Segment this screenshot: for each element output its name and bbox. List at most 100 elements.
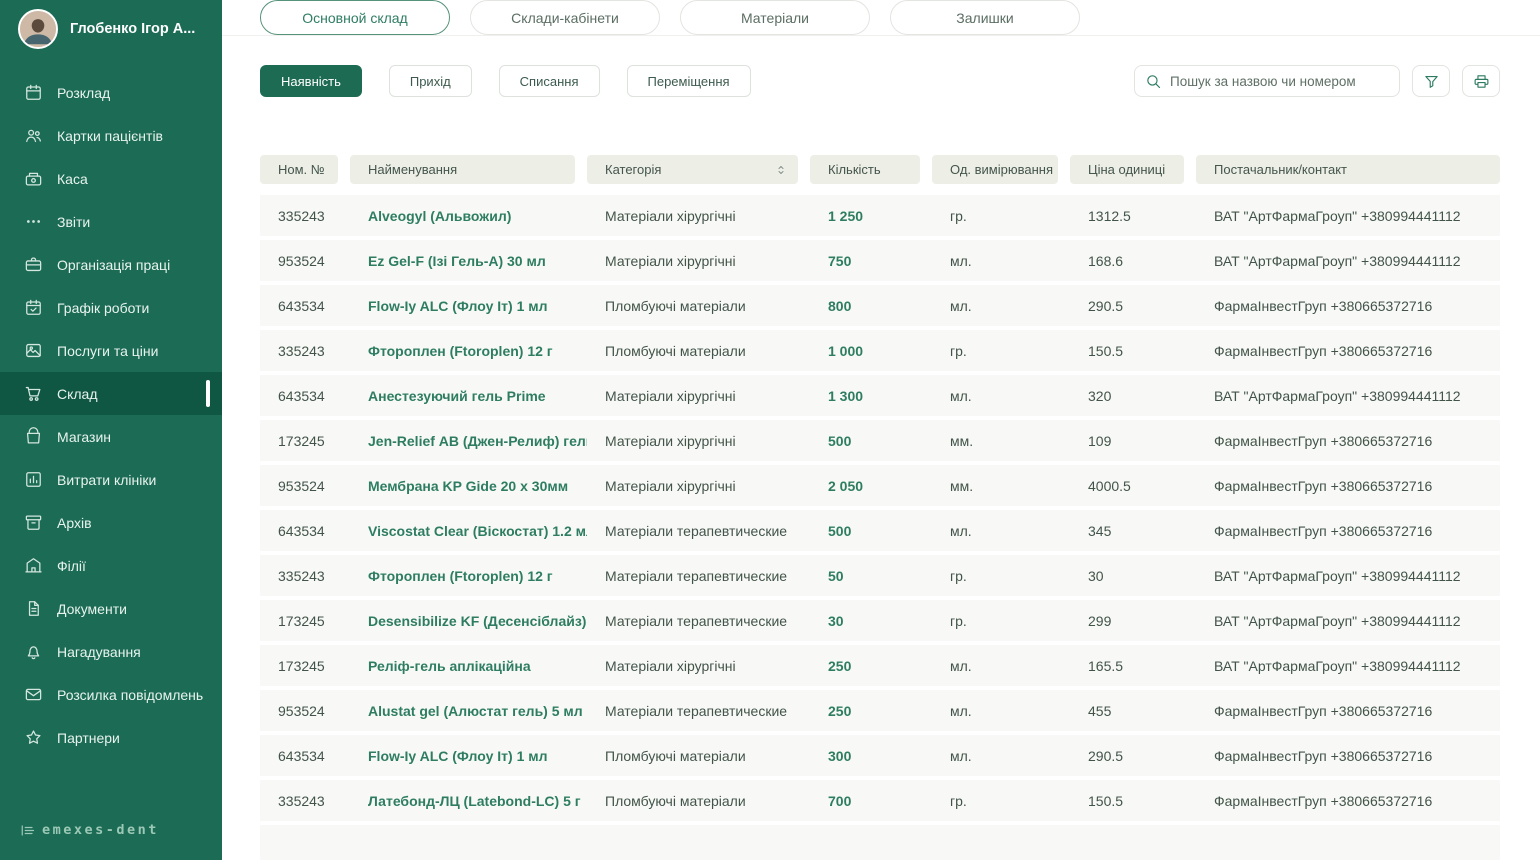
tab-warehouse-cabinets[interactable]: Склади-кабінети (470, 0, 660, 35)
cell-qty: 700 (828, 792, 852, 809)
cell-unit: гр. (950, 612, 967, 629)
table-row[interactable]: 953524 Мембрана KP Gide 20 x 30мм Матеріал… (260, 465, 1500, 506)
table-row[interactable]: 335243 Фтороплен (Ftoroplen) 12 г Матеріал… (260, 555, 1500, 596)
cell-name: Реліф-гель аплікаційна (368, 657, 531, 674)
sidebar-item-work-org[interactable]: Організація праці (0, 243, 222, 286)
table-row[interactable]: 643534 Flow-Iy ALC (Флоу Іт) 1 мл Пломбуюч… (260, 285, 1500, 326)
warehouse-tabs: Основной склад Склади-кабінети Матеріали… (260, 0, 1080, 35)
table-row[interactable]: 335243 Латебонд-ЛЦ (Latebond-LC) 5 г Пломб… (260, 780, 1500, 821)
shop-icon (26, 427, 41, 444)
cell-price: 299 (1088, 612, 1112, 629)
cell-price: 30 (1088, 567, 1104, 584)
cell-price: 455 (1088, 702, 1112, 719)
cell-unit: гр. (950, 792, 967, 809)
cell-unit: мл. (950, 747, 972, 764)
column-header-category[interactable]: Категорія (587, 155, 798, 184)
cart-icon (25, 386, 41, 401)
table-row[interactable]: 335243 Фтороплен (Ftoroplen) 12 г Пломбуюч… (260, 330, 1500, 371)
cell-num: 643534 (278, 387, 325, 404)
sidebar-item-label: Розклад (57, 84, 111, 101)
calendar-icon (26, 84, 41, 100)
sidebar-item-services[interactable]: Послуги та ціни (0, 329, 222, 372)
cell-qty: 2 050 (828, 477, 864, 494)
tab-stock-balance[interactable]: Залишки (890, 0, 1080, 35)
search-box[interactable] (1134, 65, 1400, 97)
sidebar-item-shop[interactable]: Магазин (0, 415, 222, 458)
sidebar-item-label: Послуги та ціни (57, 342, 159, 359)
sidebar-item-cash-desk[interactable]: Каса (0, 157, 222, 200)
cell-supplier: ФармаІнвестГруп +380665372716 (1214, 702, 1433, 719)
table-row[interactable]: 173245 Jen-Relief АВ (Джен-Релиф) гель Мат… (260, 420, 1500, 461)
cell-price: 150.5 (1088, 342, 1124, 359)
filter-button[interactable] (1412, 65, 1450, 97)
user-profile[interactable]: Глобенко Ігор А... (0, 0, 222, 55)
sidebar-item-patient-cards[interactable]: Картки пацієнтів (0, 114, 222, 157)
search-icon (1147, 74, 1161, 88)
column-header-num: Ном. № (260, 155, 338, 184)
table-row[interactable]: 643534 Анестезуючий гель Prime Матеріали х… (260, 375, 1500, 416)
cell-supplier: ФармаІнвестГруп +380665372716 (1214, 297, 1433, 314)
sidebar-item-expenses[interactable]: Витрати клініки (0, 458, 222, 501)
cell-price: 320 (1088, 387, 1112, 404)
cell-supplier: ВАТ "АртФармаГроуп" +380994441112 (1214, 252, 1461, 269)
search-input[interactable] (1170, 73, 1389, 89)
cell-category: Матеріали терапевтические (605, 702, 788, 719)
table-row[interactable]: 173245 Реліф-гель аплікаційна Матеріали хі… (260, 645, 1500, 686)
table-row[interactable]: 335243 Alveogyl (Альвожил) Матеріали хірур… (260, 195, 1500, 236)
sidebar-item-reports[interactable]: Звіти (0, 200, 222, 243)
cell-category: Пломбуючі матеріали (605, 792, 746, 809)
cell-category: Матеріали терапевтические (605, 612, 788, 629)
cell-num: 173245 (278, 612, 325, 629)
app-logo: emexes-dent (0, 822, 222, 860)
sidebar-item-mailing[interactable]: Розсилка повідомлень (0, 673, 222, 716)
filter-availability[interactable]: Наявність (260, 65, 362, 97)
sidebar-item-branches[interactable]: Філії (0, 544, 222, 587)
inventory-table: Ном. № Найменування Категорія Кількість … (260, 155, 1500, 860)
cell-price: 290.5 (1088, 747, 1124, 764)
cell-supplier: ФармаІнвестГруп +380665372716 (1214, 522, 1433, 539)
sidebar-item-documents[interactable]: Документи (0, 587, 222, 630)
table-row[interactable]: 643534 Flow-Iy ALC (Флоу Іт) 1 мл Пломбуюч… (260, 735, 1500, 776)
cell-unit: мм. (950, 477, 974, 494)
cell-price: 290.5 (1088, 297, 1124, 314)
sidebar-item-schedule[interactable]: Розклад (0, 71, 222, 114)
logo-icon (21, 824, 35, 836)
column-header-supplier: Постачальник/контакт (1196, 155, 1500, 184)
sidebar: Глобенко Ігор А... Розклад Картки пацієн… (0, 0, 222, 860)
sidebar-item-warehouse[interactable]: Склад (0, 372, 222, 415)
cell-supplier: ВАТ "АртФармаГроуп" +380994441112 (1214, 387, 1461, 404)
print-button[interactable] (1462, 65, 1500, 97)
cell-unit: гр. (950, 207, 967, 224)
table-row[interactable]: 173245 Desensibilize KF (Десенсіблайз) Мат… (260, 600, 1500, 641)
table-row[interactable]: 953524 Alustat gel (Алюстат гель) 5 мл Мат… (260, 690, 1500, 731)
cell-unit: гр. (950, 342, 967, 359)
table-header: Ном. № Найменування Категорія Кількість … (260, 155, 1500, 184)
column-header-unit: Од. вимірювання (932, 155, 1058, 184)
column-label: Категорія (605, 162, 662, 177)
bell-icon (27, 646, 40, 660)
cell-name: Desensibilize KF (Десенсіблайз) (368, 612, 587, 629)
sidebar-item-partners[interactable]: Партнери (0, 716, 222, 759)
cell-name: Flow-Iy ALC (Флоу Іт) 1 мл (368, 297, 548, 314)
table-row[interactable]: 953524 Ez Gel-F (Ізі Гель-А) 30 мл Матеріа… (260, 240, 1500, 281)
top-tab-bar: Основной склад Склади-кабінети Матеріали… (222, 0, 1540, 36)
expenses-icon (26, 472, 41, 487)
cell-num: 173245 (278, 432, 325, 449)
filter-write-off[interactable]: Списання (498, 65, 600, 97)
tab-materials[interactable]: Матеріали (680, 0, 870, 35)
services-icon (26, 343, 41, 358)
avatar (18, 9, 58, 49)
filter-transfer[interactable]: Переміщення (626, 65, 751, 97)
sidebar-item-reminders[interactable]: Нагадування (0, 630, 222, 673)
cell-supplier: ВАТ "АртФармаГроуп" +380994441112 (1214, 567, 1461, 584)
filter-arrival[interactable]: Прихід (388, 65, 472, 97)
sidebar-item-work-schedule[interactable]: Графік роботи (0, 286, 222, 329)
sidebar-item-archive[interactable]: Архів (0, 501, 222, 544)
star-icon (26, 730, 41, 744)
sidebar-item-label: Організація праці (57, 256, 171, 273)
cell-name: Латебонд-ЛЦ (Latebond-LC) 5 г (368, 792, 581, 809)
tab-main-warehouse[interactable]: Основной склад (260, 0, 450, 35)
cell-qty: 300 (828, 747, 852, 764)
table-row[interactable]: 643534 Viscostat Clear (Віскостат) 1.2 мл… (260, 510, 1500, 551)
printer-icon (1474, 74, 1488, 88)
